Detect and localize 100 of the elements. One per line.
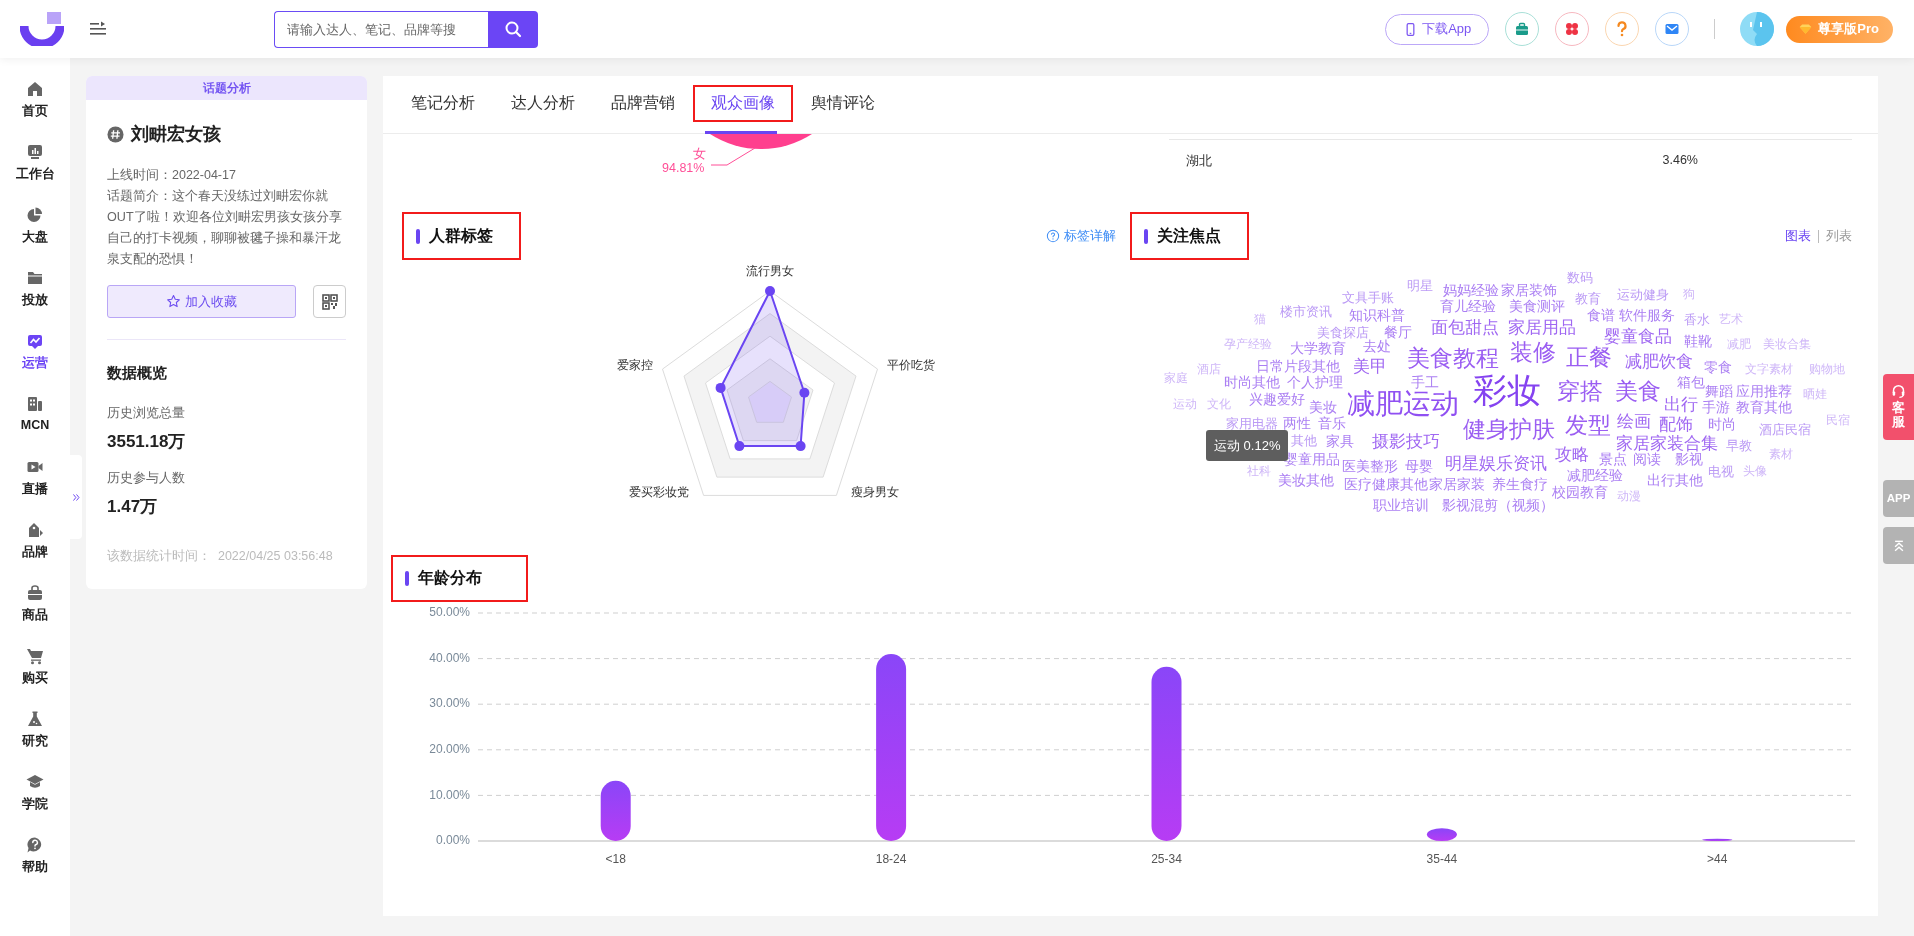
word-cloud-term: 家居家装 [1428,477,1485,493]
word-cloud-term: 时尚其他 [1223,375,1280,391]
nav-item[interactable]: 首页 [0,80,70,143]
word-cloud-term: 婴童食品 [1604,327,1673,346]
word-cloud-term: 餐厅 [1384,324,1412,340]
view-toggle[interactable]: 图表 [1785,227,1811,245]
double-chevron-icon [70,491,82,503]
card-banner: 话题分析 [86,76,367,100]
word-cloud-term: 酒店民宿 [1759,422,1812,438]
word-cloud-term: 绘画 [1616,412,1651,431]
word-cloud-term: 家具 [1325,434,1354,450]
tab[interactable]: 观众画像 [693,85,793,122]
flask-icon [26,710,44,728]
word-cloud-term: 家居用品 [1507,318,1576,338]
radar-point [715,382,726,393]
cart-icon [26,647,44,665]
word-cloud-term: 电视 [1707,464,1734,480]
word-cloud-term: 文字素材 [1745,363,1793,377]
collapse-handle[interactable] [70,455,82,539]
help-link[interactable]: 标签详解 [1046,227,1116,245]
download-app-button[interactable]: 下载App [1385,13,1490,45]
tab[interactable]: 品牌营销 [593,85,693,122]
logo-icon [20,12,64,46]
tab[interactable]: 舆情评论 [793,85,893,122]
nav-item[interactable]: 学院 [0,773,70,836]
mail-button[interactable] [1655,12,1690,46]
search-icon [504,20,522,38]
word-cloud-term: 摄影技巧 [1372,432,1441,452]
word-cloud-term: 出行其他 [1646,473,1703,489]
nav-item[interactable]: 品牌 [0,521,70,584]
nav-item[interactable]: 研究 [0,710,70,773]
word-cloud-term: 美食 [1615,379,1662,405]
word-cloud-term: 教育其他 [1736,400,1793,416]
word-cloud-term: 零食 [1703,360,1732,376]
word-cloud-term: 箱包 [1677,375,1705,391]
question-button[interactable] [1605,12,1640,46]
word-cloud-term: 面包甜点 [1431,318,1500,338]
word-cloud-term: 软件服务 [1618,308,1675,324]
word-cloud-term: 明星 [1407,279,1434,294]
stat-label: 历史参与人数 [107,470,186,487]
folder-icon [26,269,44,287]
bag-icon [26,584,44,602]
tab[interactable]: 达人分析 [493,85,593,122]
word-cloud-term: 舞蹈 [1704,384,1733,400]
word-cloud-term: 妈妈经验 [1442,283,1499,299]
section-title: 年龄分布 [391,555,528,602]
word-cloud-term: 香水 [1683,312,1710,327]
back-to-top-tab[interactable] [1883,527,1914,564]
word-cloud-term: 文具手账 [1342,290,1395,306]
x-axis-label: 25-34 [1151,852,1182,867]
radar-label: 爱买彩妆党 [628,485,689,500]
word-cloud-term: 知识科普 [1349,308,1406,324]
favorite-button[interactable]: 加入收藏 [107,285,296,318]
word-cloud-term: 出行 [1663,395,1698,414]
word-cloud-term: 正餐 [1565,345,1612,371]
qr-code-button[interactable] [313,285,346,318]
word-cloud-term: 职业培训 [1372,497,1429,514]
nav-item[interactable]: 运营 [0,332,70,395]
nav-item[interactable]: 商品 [0,584,70,647]
y-axis-label: 0.00% [435,833,470,848]
nav-item[interactable]: 购买 [0,647,70,710]
word-cloud-term: 食谱 [1586,308,1615,324]
tag-icon [26,521,44,539]
table-cell-text: 3.46% [1662,153,1699,169]
tab[interactable]: 笔记分析 [393,85,493,122]
word-cloud-term: 个人护理 [1286,375,1343,391]
word-cloud-term: 运动健身 [1616,288,1669,303]
word-cloud-term: 艺术 [1718,313,1743,327]
word-cloud-term: 动漫 [1617,489,1641,504]
avatar[interactable] [1740,12,1775,46]
search-field[interactable]: 请输入达人、笔记、品牌等搜 [274,10,488,48]
y-axis-label: 20.00% [429,741,470,756]
update-time: 该数据统计时间： 2022/04/25 03:56:48 [107,548,334,565]
word-cloud-term: 配饰 [1659,415,1694,434]
nav-item[interactable]: MCN [0,395,70,458]
nav-item[interactable]: 工作台 [0,143,70,206]
word-cloud-term: 明星娱乐资讯 [1444,454,1547,474]
radar-point [764,286,775,296]
nav-item[interactable]: 直播 [0,458,70,521]
stat-value: 1.47万 [107,496,159,518]
word-cloud-term: 家庭 [1163,371,1188,386]
word-cloud-term: 减肥经验 [1566,468,1623,484]
word-cloud-term: 穿搭 [1556,379,1603,405]
menu-icon [89,20,107,38]
briefcase-button[interactable] [1505,12,1540,46]
x-axis-label: <18 [605,852,626,867]
online-date: 上线时间：2022-04-17 [107,167,237,184]
y-axis-label: 40.00% [429,650,470,665]
word-cloud-term: 楼市资讯 [1280,304,1333,320]
nav-item[interactable]: 帮助 [0,836,70,899]
word-cloud-term: 猫 [1254,313,1267,327]
word-cloud-term: 美妆其他 [1278,473,1335,489]
four-dots-button[interactable] [1555,12,1590,46]
y-axis-label: 50.00% [429,605,470,620]
table-cell-text: 湖北 [1185,153,1213,170]
search-button[interactable] [488,10,538,48]
word-cloud-term: 两性 [1283,416,1311,433]
nav-item[interactable]: 大盘 [0,206,70,269]
nav-item[interactable]: 投放 [0,269,70,332]
word-cloud-term: 美食探店 [1317,325,1370,340]
